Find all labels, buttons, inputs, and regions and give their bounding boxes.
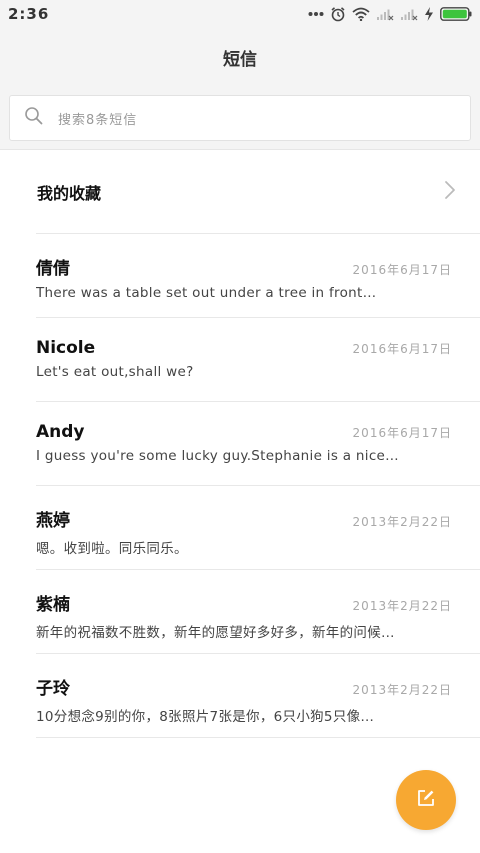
message-row-3[interactable]: Andy 2016年6月17日 I guess you're some luck… [0,402,480,486]
message-row-6[interactable]: 子玲 2013年2月22日 10分想念9别的你，8张照片7张是你，6只小狗5只像… [0,654,480,738]
chevron-right-icon [444,180,456,204]
message-date: 2016年6月17日 [352,426,452,440]
contact-name: 子玲 [36,679,70,699]
battery-icon [440,7,472,21]
compose-button[interactable] [396,770,456,830]
compose-icon [416,788,436,812]
contact-name: 燕婷 [36,511,70,531]
wifi-icon [352,7,370,21]
favorites-label: 我的收藏 [37,183,102,203]
status-time: 2:36 [8,5,50,23]
message-preview: 嗯。收到啦。同乐同乐。 [36,541,188,557]
message-row-5[interactable]: 紫楠 2013年2月22日 新年的祝福数不胜数，新年的愿望好多好多，新年的问候… [0,570,480,654]
message-date: 2013年2月22日 [352,515,452,529]
message-date: 2013年2月22日 [352,599,452,613]
contact-name: Nicole [36,338,96,358]
contact-name: 倩倩 [36,259,70,279]
message-date: 2016年6月17日 [352,342,452,356]
message-row-4[interactable]: 燕婷 2013年2月22日 嗯。收到啦。同乐同乐。 [0,486,480,570]
page-title: 短信 [223,49,257,70]
message-date: 2016年6月17日 [352,263,452,277]
signal-2-icon [400,7,418,21]
divider [36,737,480,738]
contact-name: Andy [36,422,85,442]
signal-1-icon [376,7,394,21]
message-date: 2013年2月22日 [352,683,452,697]
search-placeholder: 搜索8条短信 [58,112,138,128]
search-icon [24,106,44,130]
message-preview: Let's eat out,shall we? [36,364,194,380]
status-icons [308,6,472,22]
message-row-1[interactable]: 倩倩 2016年6月17日 There was a table set out … [0,234,480,318]
search-area: 搜索8条短信 [0,86,480,150]
more-dots-icon [308,11,324,17]
sms-app-screen: 2:36 短信 搜索8条短信 我的收藏 倩倩 2016年6月17日 There … [0,0,480,853]
message-preview: 10分想念9别的你，8张照片7张是你，6只小狗5只像… [36,709,375,725]
message-row-2[interactable]: Nicole 2016年6月17日 Let's eat out,shall we… [0,318,480,402]
message-preview: 新年的祝福数不胜数，新年的愿望好多好多，新年的问候… [36,625,395,641]
app-header: 短信 [0,28,480,86]
charging-icon [424,7,434,21]
message-preview: I guess you're some lucky guy.Stephanie … [36,448,399,464]
contact-name: 紫楠 [36,595,70,615]
alarm-icon [330,6,346,22]
favorites-row[interactable]: 我的收藏 [0,150,480,233]
search-input[interactable]: 搜索8条短信 [9,95,471,141]
message-preview: There was a table set out under a tree i… [36,285,377,301]
status-bar: 2:36 [0,0,480,28]
message-list: 倩倩 2016年6月17日 There was a table set out … [0,234,480,738]
